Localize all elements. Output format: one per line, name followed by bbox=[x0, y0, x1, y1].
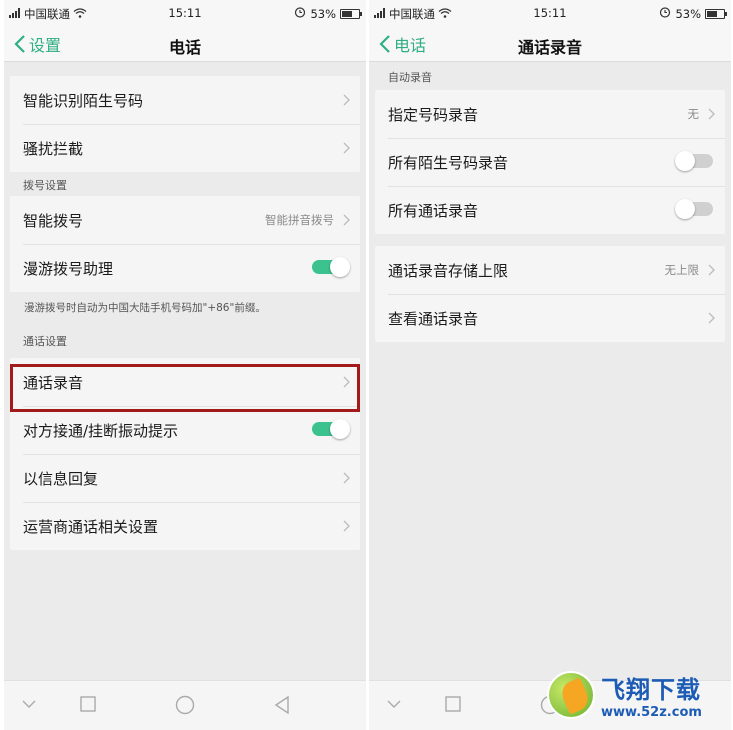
row-label: 所有通话录音 bbox=[388, 201, 479, 220]
section-label-auto: 自动录音 bbox=[388, 71, 432, 84]
watermark-title: 飞翔下载 bbox=[601, 676, 701, 704]
row-label: 智能拨号 bbox=[23, 211, 84, 230]
group-identify: 智能识别陌生号码 骚扰拦截 bbox=[10, 76, 360, 172]
status-bar: 中国联通 15:11 53% bbox=[4, 0, 366, 26]
row-call-recording[interactable]: 通话录音 bbox=[10, 358, 360, 406]
chevron-right-icon bbox=[708, 264, 715, 276]
row-vibrate-hint: 对方接通/挂断振动提示 bbox=[10, 406, 360, 454]
alarm-icon bbox=[659, 6, 671, 21]
row-value: 智能拼音拨号 bbox=[265, 213, 334, 227]
row-smart-identify[interactable]: 智能识别陌生号码 bbox=[10, 76, 360, 124]
chevron-down-icon[interactable] bbox=[387, 700, 401, 709]
row-storage-limit[interactable]: 通话录音存储上限 无上限 bbox=[375, 246, 725, 294]
group-call: 通话录音 对方接通/挂断振动提示 以信息回复 运营商通话相关设置 bbox=[10, 358, 360, 550]
battery-fill bbox=[342, 10, 352, 17]
battery-icon bbox=[705, 8, 727, 19]
section-label-call: 通话设置 bbox=[23, 335, 67, 348]
watermark: 飞翔下载 www.52z.com bbox=[547, 668, 725, 722]
bottom-nav bbox=[4, 680, 366, 730]
recents-square-icon[interactable] bbox=[80, 696, 96, 712]
battery-fill bbox=[707, 10, 717, 17]
row-specified-numbers[interactable]: 指定号码录音 无 bbox=[375, 90, 725, 138]
group-auto-record: 指定号码录音 无 所有陌生号码录音 所有通话录音 bbox=[375, 90, 725, 234]
unknown-numbers-toggle[interactable] bbox=[675, 151, 713, 171]
row-label: 漫游拨号助理 bbox=[23, 259, 114, 278]
right-screen: 中国联通 15:11 53% 电话 通话录音 自动录音 指定号码录音 无 所有陌… bbox=[369, 0, 731, 730]
page-title: 通话录音 bbox=[517, 38, 582, 57]
status-bar: 中国联通 15:11 53% bbox=[369, 0, 731, 26]
recording-settings-list: 自动录音 指定号码录音 无 所有陌生号码录音 所有通话录音 通话录音存储上限 无… bbox=[369, 62, 731, 680]
row-label: 以信息回复 bbox=[23, 469, 99, 488]
chevron-down-icon[interactable] bbox=[22, 700, 36, 709]
roaming-hint: 漫游拨号时自动为中国大陆手机号码加"+86"前缀。 bbox=[24, 302, 266, 314]
chevron-right-icon bbox=[708, 108, 715, 120]
row-label: 所有陌生号码录音 bbox=[388, 153, 509, 172]
settings-list: 智能识别陌生号码 骚扰拦截 拨号设置 智能拨号 智能拼音拨号 漫游拨号助理 漫游… bbox=[4, 62, 366, 680]
row-label: 骚扰拦截 bbox=[23, 139, 84, 158]
group-dial: 智能拨号 智能拼音拨号 漫游拨号助理 bbox=[10, 196, 360, 292]
row-label: 通话录音 bbox=[23, 373, 84, 392]
row-smart-dial[interactable]: 智能拨号 智能拼音拨号 bbox=[10, 196, 360, 244]
chevron-right-icon bbox=[343, 376, 350, 388]
page-title: 电话 bbox=[168, 38, 201, 57]
row-sms-reply[interactable]: 以信息回复 bbox=[10, 454, 360, 502]
chevron-right-icon bbox=[343, 142, 350, 154]
left-screen: 中国联通 15:11 53% 设置 电话 智能识别陌生号码 骚扰拦截 拨号设置 … bbox=[4, 0, 366, 730]
chevron-right-icon bbox=[708, 312, 715, 324]
row-label: 智能识别陌生号码 bbox=[23, 91, 144, 110]
row-harassment-block[interactable]: 骚扰拦截 bbox=[10, 124, 360, 172]
roaming-toggle[interactable] bbox=[312, 257, 350, 277]
row-value: 无上限 bbox=[664, 263, 700, 277]
nav-bar: 设置 电话 bbox=[4, 26, 366, 62]
row-unknown-numbers: 所有陌生号码录音 bbox=[375, 138, 725, 186]
row-carrier-settings[interactable]: 运营商通话相关设置 bbox=[10, 502, 360, 550]
row-label: 对方接通/挂断振动提示 bbox=[23, 421, 179, 440]
row-value: 无 bbox=[687, 107, 700, 121]
back-triangle-icon[interactable] bbox=[274, 696, 290, 714]
chevron-right-icon bbox=[343, 94, 350, 106]
battery-icon bbox=[340, 8, 362, 19]
home-circle-icon[interactable] bbox=[175, 695, 195, 715]
row-label: 指定号码录音 bbox=[388, 105, 479, 124]
row-all-calls: 所有通话录音 bbox=[375, 186, 725, 234]
chevron-right-icon bbox=[343, 472, 350, 484]
watermark-logo bbox=[547, 671, 595, 719]
row-roaming-assistant: 漫游拨号助理 bbox=[10, 244, 360, 292]
recents-square-icon[interactable] bbox=[445, 696, 461, 712]
all-calls-toggle[interactable] bbox=[675, 199, 713, 219]
battery-percent: 53% bbox=[675, 6, 701, 21]
group-storage: 通话录音存储上限 无上限 查看通话录音 bbox=[375, 246, 725, 342]
watermark-url: www.52z.com bbox=[601, 705, 702, 720]
row-label: 运营商通话相关设置 bbox=[23, 517, 159, 536]
battery-percent: 53% bbox=[310, 6, 336, 21]
row-label: 查看通话录音 bbox=[388, 309, 479, 328]
section-label-dial: 拨号设置 bbox=[23, 179, 67, 192]
nav-bar: 电话 通话录音 bbox=[369, 26, 731, 62]
row-view-recordings[interactable]: 查看通话录音 bbox=[375, 294, 725, 342]
row-label: 通话录音存储上限 bbox=[388, 261, 509, 280]
alarm-icon bbox=[294, 6, 306, 21]
chevron-right-icon bbox=[343, 520, 350, 532]
chevron-right-icon bbox=[343, 214, 350, 226]
vibrate-toggle[interactable] bbox=[312, 419, 350, 439]
